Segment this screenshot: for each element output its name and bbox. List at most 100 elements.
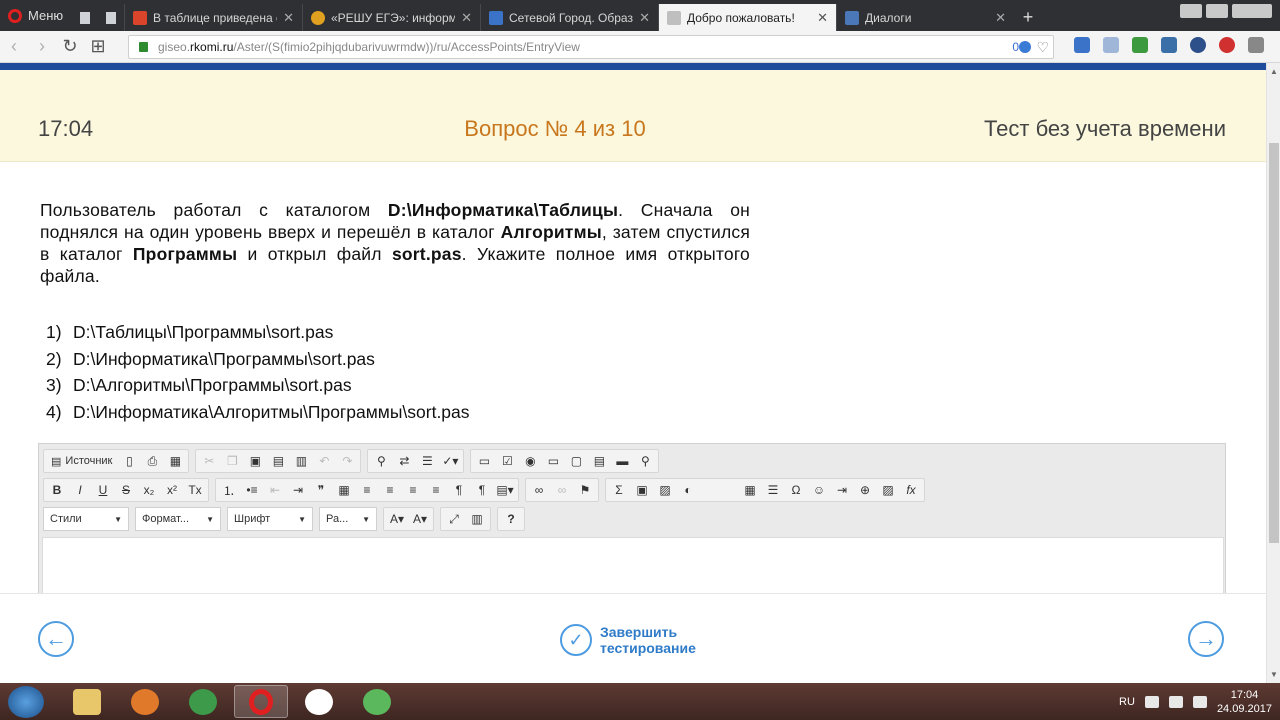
browser-menu-button[interactable]: Меню [0,0,72,31]
download-arrow-icon[interactable] [1103,37,1119,53]
vpn-icon[interactable] [1161,37,1177,53]
select-icon[interactable]: ▤ [589,451,609,471]
bold-icon[interactable]: B [47,480,67,500]
adblock-icon[interactable] [1219,37,1235,53]
anchor-icon[interactable]: ⚑ [575,480,595,500]
url-field[interactable]: giseo. rkomi.ru/Aster/(S(fimio2pihjqdubar… [128,35,1054,59]
forward-button[interactable]: › [28,36,56,57]
volume-icon[interactable] [1144,695,1159,708]
text-color-icon[interactable]: A▾ [387,509,407,529]
heart-icon[interactable]: ♡ [1036,39,1049,56]
editor-text-area[interactable] [42,537,1224,601]
smiley-icon[interactable]: ☺ [809,480,829,500]
next-question-button[interactable]: → [1188,621,1224,657]
align-right-icon[interactable]: ≡ [403,480,423,500]
close-icon[interactable]: ✕ [817,10,828,26]
justify-icon[interactable]: ≡ [426,480,446,500]
paste-icon[interactable]: ▣ [245,451,265,471]
taskbar-explorer[interactable] [60,685,114,718]
taskbar-yandex[interactable] [292,685,346,718]
remove-format-icon[interactable]: Tx [185,480,205,500]
start-button[interactable] [8,685,44,718]
align-left-icon[interactable]: ≡ [357,480,377,500]
pinned-tab[interactable] [72,4,98,31]
language-icon[interactable]: ▤▾ [495,480,515,500]
align-center-icon[interactable]: ≡ [380,480,400,500]
previous-question-button[interactable]: ← [38,621,74,657]
speed-dial-icon[interactable]: ⊞ [84,36,112,57]
font-dropdown[interactable]: Шрифт ▼ [227,507,313,531]
taskbar-clock[interactable]: 17:04 24.09.2017 [1217,688,1272,716]
tab-3[interactable]: Сетевой Город. Образов ✕ [480,4,658,31]
copy-icon[interactable]: ❐ [222,451,242,471]
formula-icon[interactable]: fx [901,480,921,500]
taskbar-opera[interactable] [234,685,288,718]
tab-5[interactable]: Диалоги ✕ [836,4,1014,31]
scroll-up-icon[interactable]: ▲ [1270,67,1278,76]
format-dropdown[interactable]: Формат... ▼ [135,507,221,531]
button-icon[interactable]: ▬ [612,451,632,471]
checkbox-icon[interactable]: ☑ [497,451,517,471]
image-button-icon[interactable]: ⚲ [635,451,655,471]
image-icon[interactable]: ▨ [655,480,675,500]
image2-icon[interactable]: ▨ [878,480,898,500]
special-char-icon[interactable]: Ω [786,480,806,500]
radio-icon[interactable]: ◉ [520,451,540,471]
link-icon[interactable]: ∞ [529,480,549,500]
underline-icon[interactable]: U [93,480,113,500]
div-icon[interactable]: ▦ [334,480,354,500]
rtl-icon[interactable]: ¶ [472,480,492,500]
italic-icon[interactable]: I [70,480,90,500]
maximize-button[interactable] [1206,4,1228,18]
flash-icon[interactable]: ◐ [678,480,698,500]
numbered-list-icon[interactable]: ⒈ [219,480,239,500]
templates-icon[interactable]: ▦ [165,451,185,471]
close-icon[interactable]: ✕ [461,10,472,26]
tab-1[interactable]: В таблице приведена сто ✕ [124,4,302,31]
cut-icon[interactable]: ✂ [199,451,219,471]
spellcheck-icon[interactable]: ✓▾ [440,451,460,471]
iframe-icon[interactable]: ⊕ [855,480,875,500]
flag-icon[interactable] [1192,695,1207,708]
paste-text-icon[interactable]: ▤ [268,451,288,471]
close-window-button[interactable] [1232,4,1272,18]
sigma-icon[interactable]: Σ [609,480,629,500]
new-tab-button[interactable]: + [1014,4,1042,31]
new-page-icon[interactable]: ▯ [119,451,139,471]
indent-icon[interactable]: ⇥ [288,480,308,500]
close-icon[interactable]: ✕ [639,10,650,26]
textarea-icon[interactable]: ▢ [566,451,586,471]
print-icon[interactable]: ⎙ [142,451,162,471]
size-dropdown[interactable]: Ра... ▼ [319,507,377,531]
undo-icon[interactable]: ↶ [314,451,334,471]
close-icon[interactable]: ✕ [995,10,1006,26]
extension-icon[interactable] [1190,37,1206,53]
network-icon[interactable] [1168,695,1183,708]
table-icon[interactable]: ▦ [740,480,760,500]
extension-icon[interactable] [1132,37,1148,53]
superscript-icon[interactable]: x² [162,480,182,500]
maximize-icon[interactable]: ⤢ [444,509,464,529]
form-icon[interactable]: ▭ [474,451,494,471]
styles-dropdown[interactable]: Стили ▼ [43,507,129,531]
tab-2[interactable]: «РЕШУ ЕГЭ»: информати ✕ [302,4,480,31]
show-blocks-icon[interactable]: ▥ [467,509,487,529]
media-icon[interactable]: ▣ [632,480,652,500]
bg-color-icon[interactable]: A▾ [410,509,430,529]
redo-icon[interactable]: ↷ [337,451,357,471]
unlink-icon[interactable]: ∞ [552,480,572,500]
scrollbar-thumb[interactable] [1269,143,1279,543]
replace-icon[interactable]: ⇄ [394,451,414,471]
horizontal-rule-icon[interactable]: ☰ [763,480,783,500]
taskbar-firefox[interactable] [118,685,172,718]
tab-4-active[interactable]: Добро пожаловать! ✕ [658,4,836,31]
vertical-scrollbar[interactable]: ▲ ▼ [1266,63,1280,683]
download-icon[interactable] [1248,37,1264,53]
select-all-icon[interactable]: ☰ [417,451,437,471]
subscript-icon[interactable]: x₂ [139,480,159,500]
page-break-icon[interactable]: ⇥ [832,480,852,500]
help-icon[interactable]: ? [501,509,521,529]
language-indicator[interactable]: RU [1119,696,1135,708]
minimize-button[interactable] [1180,4,1202,18]
back-button[interactable]: ‹ [0,36,28,57]
